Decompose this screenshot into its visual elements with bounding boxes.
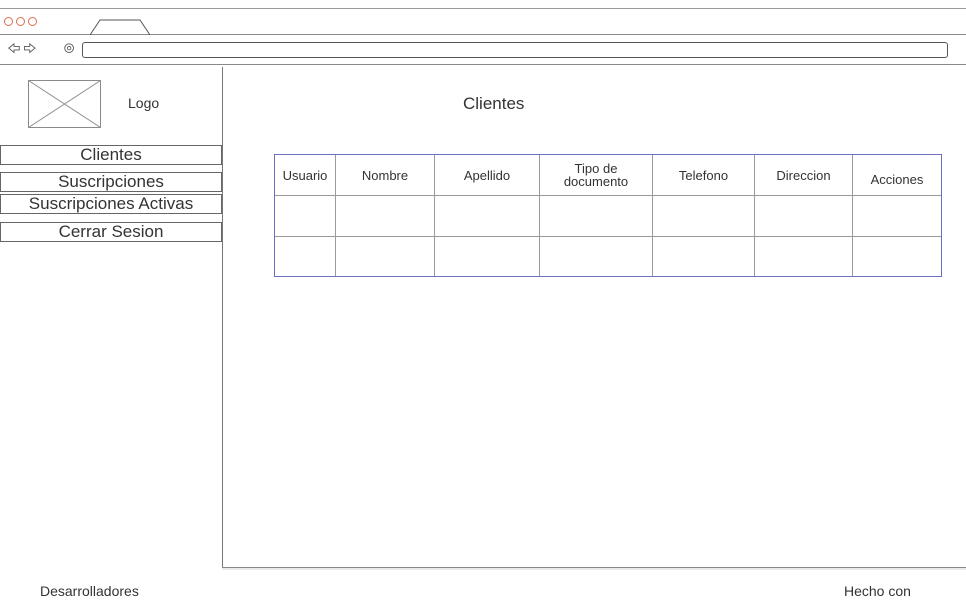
close-window-icon[interactable] [4,17,13,26]
footer-made-with: Hecho con [844,583,911,599]
logo-placeholder-icon [28,80,101,128]
logo-label: Logo [128,95,160,111]
url-input[interactable] [82,42,948,58]
column-header-acciones[interactable]: Acciones [853,159,941,199]
column-header-direccion[interactable]: Direccion [755,155,852,195]
footer-developers-link[interactable]: Desarrolladores [40,583,139,599]
sidebar-item-suscripciones-activas[interactable]: Suscripciones Activas [0,194,222,214]
browser-tab[interactable] [90,19,150,36]
sidebar-item-suscripciones[interactable]: Suscripciones [0,172,222,192]
nav-controls [8,42,74,54]
back-arrow-icon[interactable] [8,42,20,54]
maximize-window-icon[interactable] [28,17,37,26]
sidebar: Logo Clientes Suscripciones Suscripcione… [0,67,223,567]
column-header-telefono[interactable]: Telefono [653,155,754,195]
browser-title-bar [0,8,966,36]
minimize-window-icon[interactable] [16,17,25,26]
forward-arrow-icon[interactable] [24,42,36,54]
table-row [275,196,941,236]
sidebar-item-clientes[interactable]: Clientes [0,145,222,165]
footer-divider [222,567,966,570]
sidebar-item-cerrar-sesion[interactable]: Cerrar Sesion [0,222,222,242]
column-header-apellido[interactable]: Apellido [435,155,539,195]
column-header-tipo-documento[interactable]: Tipo de documento [540,155,652,195]
page-title: Clientes [463,94,525,113]
clients-table: Usuario Nombre Apellido Tipo de document… [274,154,942,277]
browser-address-row [0,35,966,65]
column-header-nombre[interactable]: Nombre [336,155,434,195]
at-icon [64,43,74,53]
column-header-usuario[interactable]: Usuario [275,155,335,195]
table-row [275,237,941,276]
